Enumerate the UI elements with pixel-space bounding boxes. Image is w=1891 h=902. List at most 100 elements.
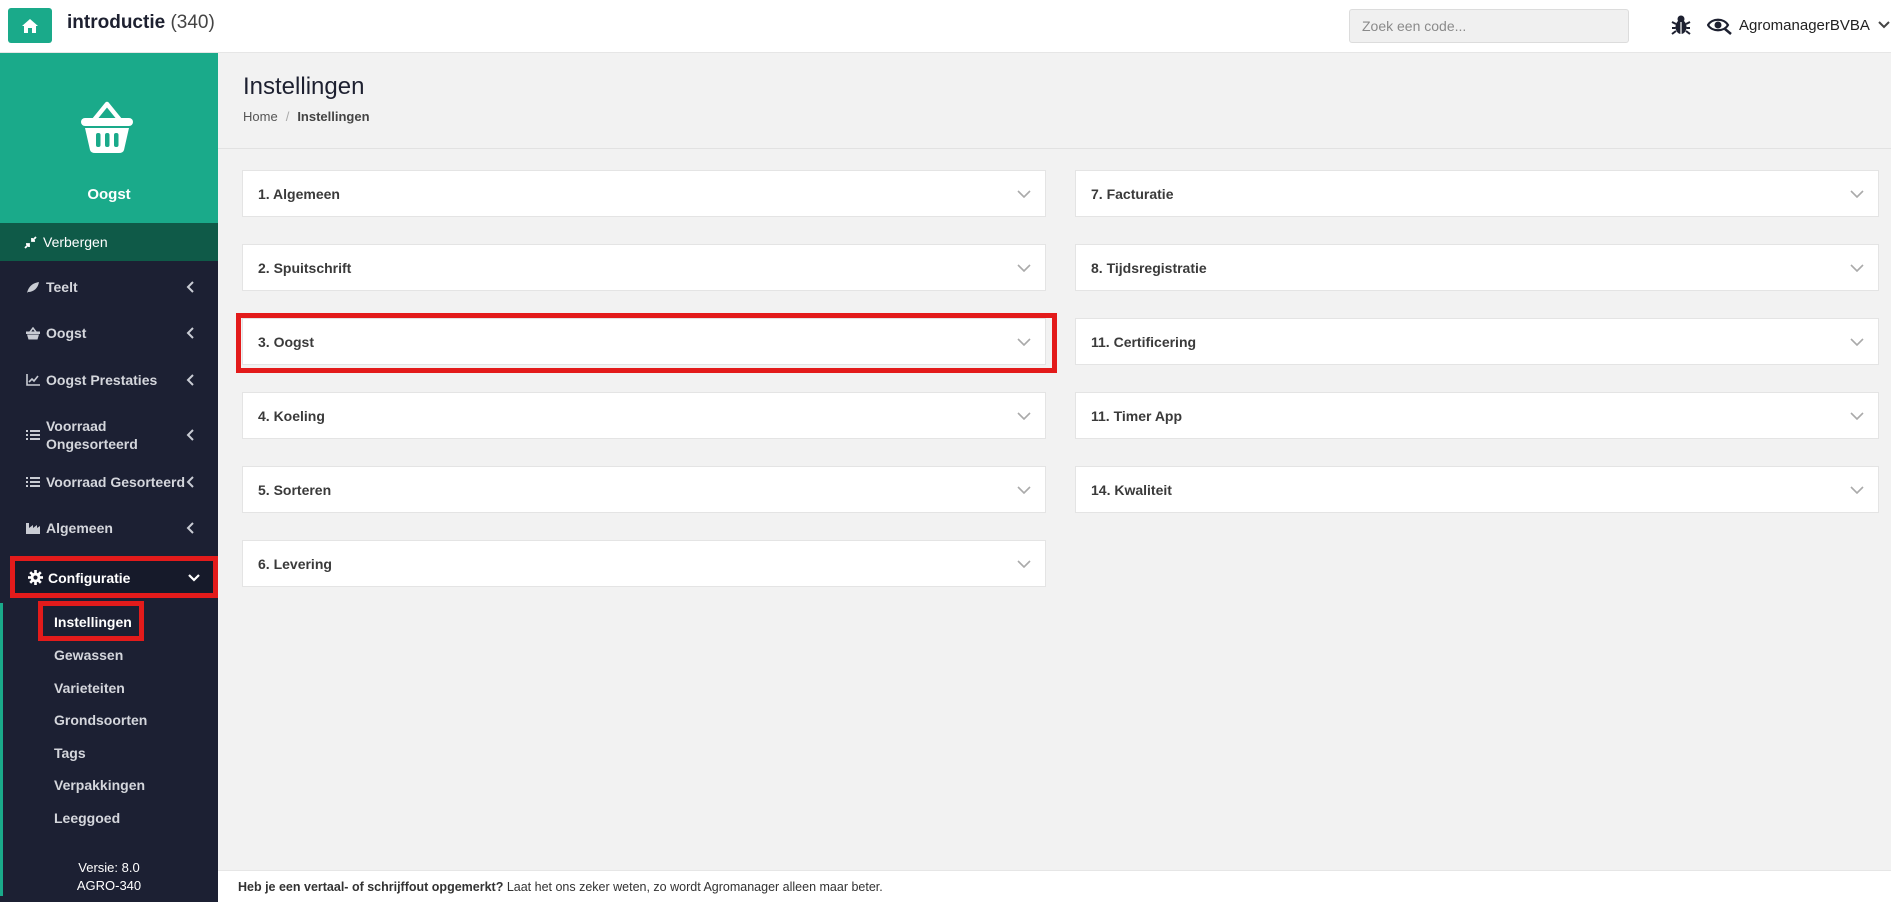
bug-icon[interactable] [1669, 13, 1693, 37]
module-name: Oogst [87, 186, 131, 203]
home-icon [22, 18, 38, 33]
user-eye-icon [1707, 18, 1732, 35]
settings-panel-kwaliteit[interactable]: 14. Kwaliteit [1075, 466, 1879, 513]
sidebar-item-label: Oogst [46, 325, 87, 341]
footer-question: Heb je een vertaal- of schrijffout opgem… [238, 879, 504, 894]
chevron-down-icon [1017, 189, 1031, 198]
chevron-down-icon [1850, 485, 1864, 494]
panel-title: 3. Oogst [258, 333, 315, 350]
page-title: Instellingen [243, 73, 365, 100]
chevron-down-icon [1017, 485, 1031, 494]
top-bar: introductie (340) AgromanagerBVBA [0, 0, 1891, 53]
basket-icon [81, 101, 133, 153]
chevron-left-icon [186, 374, 194, 386]
sidebar-item-label: Voorraad Gesorteerd [46, 474, 186, 490]
sidebar-item-voorraad-ongesorteerd[interactable]: Voorraad Ongesorteerd [0, 415, 218, 455]
project-count: (340) [170, 12, 215, 33]
sidebar: Oogst Verbergen Teelt Oogst Oogst Presta… [0, 53, 218, 902]
panel-title: 4. Koeling [258, 407, 325, 424]
panel-title: 2. Spuitschrift [258, 259, 352, 276]
sidebar-item-label: Voorraad Ongesorteerd [46, 418, 138, 452]
collapse-arrows-icon [24, 235, 37, 249]
panel-title: 7. Facturatie [1091, 185, 1174, 202]
sidebar-item-oogst-prestaties[interactable]: Oogst Prestaties [0, 367, 218, 393]
submenu-item-gewassen[interactable]: Gewassen [54, 647, 123, 663]
chevron-down-icon [1850, 263, 1864, 272]
breadcrumb-home[interactable]: Home [243, 109, 278, 124]
breadcrumb-current: Instellingen [297, 109, 370, 124]
chevron-down-icon [1017, 337, 1031, 346]
breadcrumb-separator: / [285, 109, 290, 124]
chevron-down-icon [1878, 21, 1890, 29]
chevron-down-icon [1850, 337, 1864, 346]
sidebar-item-label: Algemeen [46, 520, 113, 536]
submenu-item-leeggoed[interactable]: Leeggoed [54, 810, 120, 826]
sidebar-item-label: Oogst Prestaties [46, 372, 158, 388]
chevron-left-icon [186, 429, 194, 441]
chevron-down-icon [188, 573, 200, 582]
version-code: AGRO-340 [76, 878, 142, 893]
chevron-down-icon [1017, 559, 1031, 568]
user-name: AgromanagerBVBA [1739, 16, 1870, 34]
user-menu[interactable]: AgromanagerBVBA [1707, 11, 1890, 39]
version-info: Versie: 8.0 AGRO-340 [0, 859, 218, 895]
page-header: Instellingen Home / Instellingen [218, 53, 1891, 149]
panel-title: 11. Timer App [1091, 407, 1183, 424]
chart-line-icon [26, 374, 40, 386]
footer-text: Laat het ons zeker weten, zo wordt Agrom… [503, 879, 883, 894]
home-button[interactable] [8, 8, 52, 43]
hide-sidebar-button[interactable]: Verbergen [0, 223, 218, 261]
submenu-accent-line [0, 603, 3, 896]
submenu-item-varieteiten[interactable]: Varieteiten [54, 680, 125, 696]
chevron-left-icon [186, 327, 194, 339]
chevron-left-icon [186, 476, 194, 488]
panel-title: 6. Levering [258, 555, 332, 572]
submenu-item-grondsoorten[interactable]: Grondsoorten [54, 712, 147, 728]
module-brand: Oogst [0, 53, 218, 223]
settings-panel-sorteren[interactable]: 5. Sorteren [242, 466, 1046, 513]
submenu-item-verpakkingen[interactable]: Verpakkingen [54, 777, 145, 793]
chevron-left-icon [186, 281, 194, 293]
sidebar-item-oogst[interactable]: Oogst [0, 320, 218, 346]
settings-panel-koeling[interactable]: 4. Koeling [242, 392, 1046, 439]
settings-panel-certificering[interactable]: 11. Certificering [1075, 318, 1879, 365]
panel-title: 5. Sorteren [258, 481, 332, 498]
settings-panel-timer-app[interactable]: 11. Timer App [1075, 392, 1879, 439]
panel-title: 14. Kwaliteit [1091, 481, 1172, 498]
breadcrumb: Home / Instellingen [243, 109, 370, 124]
project-name: introductie [67, 12, 166, 33]
sidebar-item-voorraad-gesorteerd[interactable]: Voorraad Gesorteerd [0, 469, 218, 495]
settings-panel-spuitschrift[interactable]: 2. Spuitschrift [242, 244, 1046, 291]
code-search-input[interactable] [1349, 9, 1629, 43]
leaf-icon [27, 281, 39, 293]
feedback-footer: Heb je een vertaal- of schrijffout opgem… [218, 870, 1891, 902]
chevron-left-icon [186, 522, 194, 534]
settings-panel-facturatie[interactable]: 7. Facturatie [1075, 170, 1879, 217]
settings-panel-tijdsregistratie[interactable]: 8. Tijdsregistratie [1075, 244, 1879, 291]
panel-title: 8. Tijdsregistratie [1091, 259, 1207, 276]
sidebar-item-label: Configuratie [48, 569, 131, 586]
submenu-item-instellingen[interactable]: Instellingen [54, 614, 132, 630]
settings-panel-levering[interactable]: 6. Levering [242, 540, 1046, 587]
hide-sidebar-label: Verbergen [43, 234, 108, 250]
chevron-down-icon [1017, 263, 1031, 272]
sidebar-item-configuratie[interactable]: Configuratie [14, 559, 214, 596]
sidebar-item-label: Teelt [46, 279, 78, 295]
basket-icon [26, 326, 40, 339]
settings-panel-oogst[interactable]: 3. Oogst [242, 318, 1046, 365]
chevron-down-icon [1850, 411, 1864, 420]
list-icon [26, 477, 40, 487]
chevron-down-icon [1850, 189, 1864, 198]
industry-icon [26, 523, 40, 534]
sidebar-item-algemeen[interactable]: Algemeen [0, 515, 218, 541]
panel-title: 1. Algemeen [258, 185, 340, 202]
app-title: introductie (340) [67, 12, 215, 34]
list-icon [26, 430, 40, 440]
gear-icon [28, 570, 43, 585]
submenu-item-tags[interactable]: Tags [54, 745, 86, 761]
sidebar-item-teelt[interactable]: Teelt [0, 274, 218, 300]
chevron-down-icon [1017, 411, 1031, 420]
panel-title: 11. Certificering [1091, 333, 1197, 350]
settings-panel-algemeen[interactable]: 1. Algemeen [242, 170, 1046, 217]
version-number: Versie: 8.0 [78, 860, 140, 875]
